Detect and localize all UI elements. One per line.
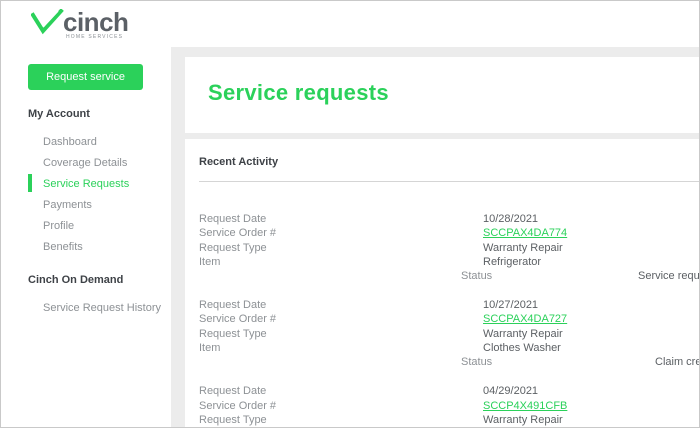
item-value: Clothes Washer (483, 342, 561, 354)
sidebar-item-benefits[interactable]: Benefits (43, 241, 83, 253)
my-account-heading: My Account (28, 108, 90, 120)
request-date-label: Request Date (199, 213, 267, 225)
request-type-value: Warranty Repair (483, 328, 563, 340)
divider (199, 181, 699, 182)
recent-activity-card: Recent Activity Request Date 10/28/2021 … (185, 139, 700, 427)
cinch-logo[interactable]: cinch HOME SERVICES (31, 7, 141, 43)
status-value: Service requ (638, 270, 700, 282)
request-type-label: Request Type (199, 242, 267, 254)
request-date-label: Request Date (199, 299, 267, 311)
sidebar-item-service-requests[interactable]: Service Requests (43, 178, 129, 190)
service-order-label: Service Order # (199, 227, 277, 239)
request-type-value: Warranty Repair (483, 414, 563, 426)
request-type-label: Request Type (199, 414, 267, 426)
request-date-label: Request Date (199, 385, 267, 397)
sidebar: Request service My Account Dashboard Cov… (1, 47, 171, 427)
service-order-link[interactable]: SCCPAX4DA774 (483, 227, 567, 239)
logo-tagline: HOME SERVICES (66, 34, 124, 40)
service-order-link[interactable]: SCCPAX4DA727 (483, 313, 567, 325)
status-label: Status (461, 356, 493, 368)
checkmark-logo-icon (31, 9, 64, 35)
item-label: Item (199, 342, 221, 354)
app-window: cinch HOME SERVICES Request service My A… (0, 0, 700, 428)
recent-activity-heading: Recent Activity (199, 156, 279, 168)
page-title: Service requests (208, 80, 389, 105)
sidebar-item-payments[interactable]: Payments (43, 199, 92, 211)
cinch-on-demand-heading: Cinch On Demand (28, 274, 124, 286)
service-order-label: Service Order # (199, 400, 277, 412)
status-label: Status (461, 270, 493, 282)
sidebar-item-coverage-details[interactable]: Coverage Details (43, 157, 127, 169)
request-type-value: Warranty Repair (483, 242, 563, 254)
service-order-link[interactable]: SCCP4X491CFB (483, 400, 567, 412)
service-order-label: Service Order # (199, 313, 277, 325)
item-value: Refrigerator (483, 256, 542, 268)
request-service-button[interactable]: Request service (28, 64, 143, 90)
header: cinch HOME SERVICES (1, 1, 699, 47)
sidebar-item-service-request-history[interactable]: Service Request History (43, 302, 161, 314)
sidebar-item-profile[interactable]: Profile (43, 220, 74, 232)
request-date-value: 10/28/2021 (483, 213, 539, 225)
request-date-value: 04/29/2021 (483, 385, 539, 397)
active-indicator (28, 174, 32, 192)
request-date-value: 10/27/2021 (483, 299, 539, 311)
sidebar-item-dashboard[interactable]: Dashboard (43, 136, 97, 148)
title-card: Service requests (185, 57, 699, 133)
item-label: Item (199, 256, 221, 268)
request-type-label: Request Type (199, 328, 267, 340)
logo-wordmark: cinch (63, 7, 129, 37)
status-value: Claim cre (655, 356, 700, 368)
